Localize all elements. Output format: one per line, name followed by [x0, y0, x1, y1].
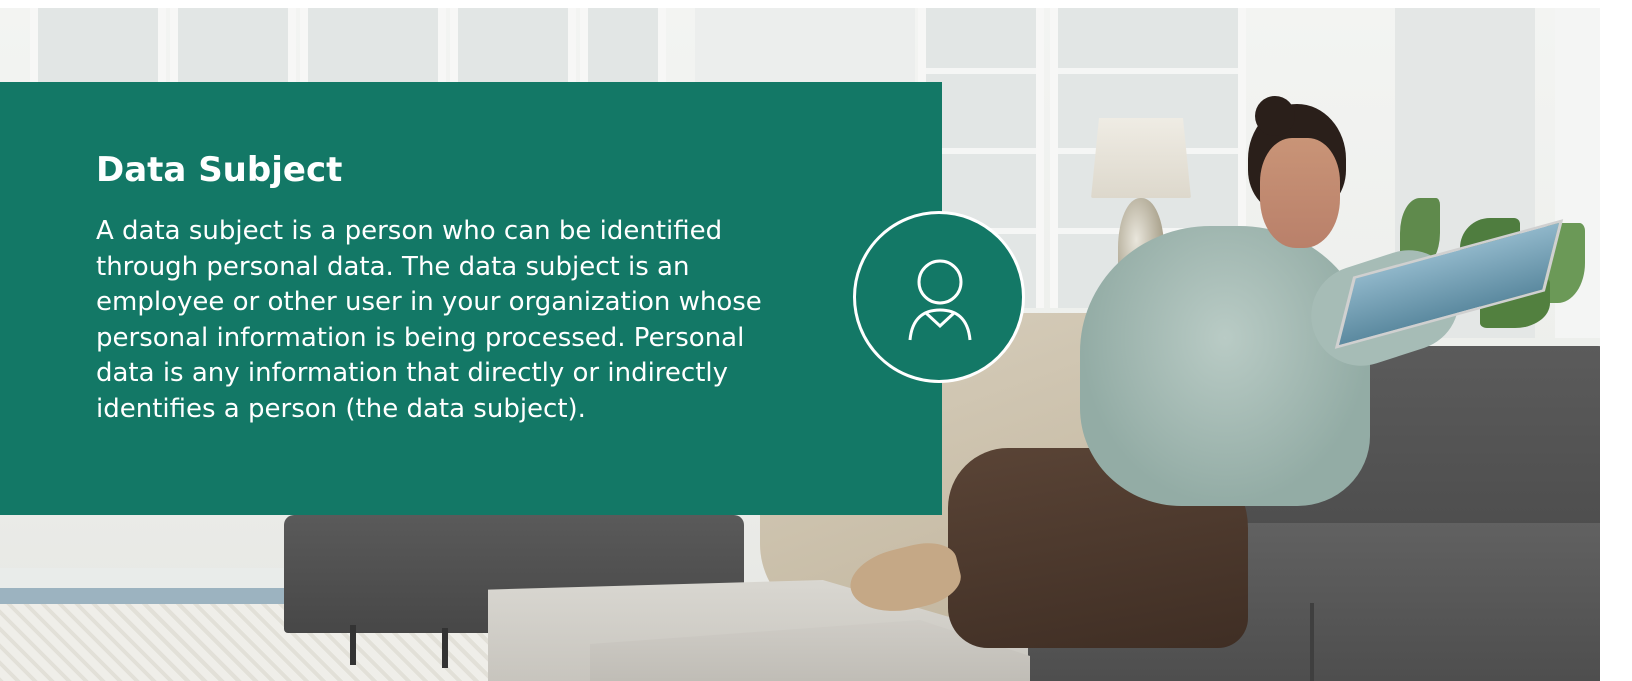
person-badge	[853, 211, 1025, 383]
wall-pillar	[695, 8, 915, 88]
card-title: Data Subject	[96, 150, 343, 190]
window-pane	[170, 8, 296, 88]
lamp-shade	[1091, 118, 1191, 198]
person-face	[1260, 138, 1340, 248]
person-sweater	[1080, 226, 1370, 506]
floor-stripe	[0, 588, 300, 604]
ottoman-leg	[442, 628, 448, 668]
window-pane	[450, 8, 576, 88]
window-pane	[580, 8, 666, 88]
person-icon	[908, 259, 972, 341]
sofa-seam	[1310, 603, 1314, 681]
ottoman-leg	[350, 625, 356, 665]
card-description: A data subject is a person who can be id…	[96, 216, 762, 424]
person-hair-bun	[1255, 96, 1295, 136]
window-pane	[300, 8, 446, 88]
window-pane	[30, 8, 166, 88]
